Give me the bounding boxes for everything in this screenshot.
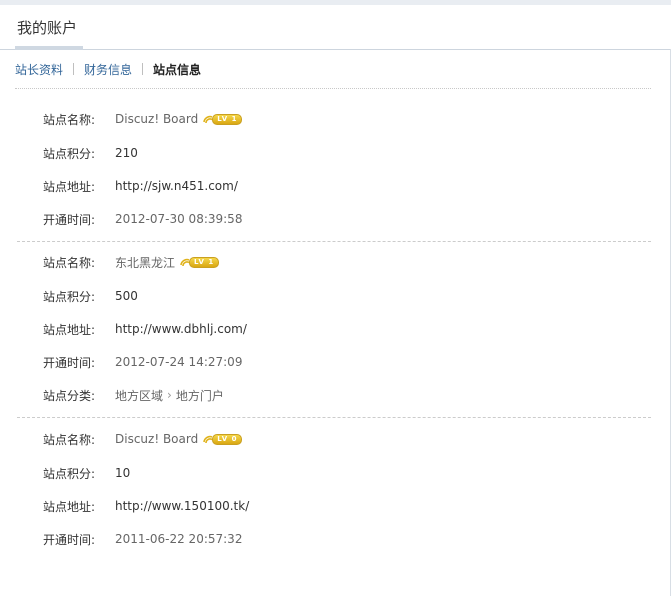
category-primary: 地方区域 [115, 388, 164, 403]
level-badge: LV 1 [180, 256, 220, 268]
site-name-text: 东北黑龙江 [115, 255, 176, 270]
site-name-value: Discuz! Board LV 1 [115, 112, 243, 126]
site-url-value: http://www.dbhlj.com/ [115, 322, 247, 336]
site-card: 站点名称: Discuz! Board LV 0 站点积分: 10 站点地址: … [17, 431, 651, 559]
site-opened-value: 2012-07-30 08:39:58 [115, 212, 243, 226]
site-opened-value: 2011-06-22 20:57:32 [115, 532, 243, 546]
page-header: 我的账户 [0, 5, 671, 50]
site-points-value: 500 [115, 289, 138, 303]
tab-finance-info[interactable]: 财务信息 [84, 61, 132, 78]
site-opened-value: 2012-07-24 14:27:09 [115, 355, 243, 369]
site-name-label: 站点名称: [43, 432, 96, 447]
tab-site-info[interactable]: 站点信息 [153, 61, 201, 78]
tab-separator [73, 63, 75, 75]
site-points-label: 站点积分: [43, 146, 96, 161]
page-title-underline [15, 46, 83, 50]
site-name-value: 东北黑龙江 LV 1 [115, 254, 220, 271]
site-category-label: 站点分类: [43, 388, 96, 403]
category-secondary: 地方门户 [175, 388, 224, 403]
site-points-value: 10 [115, 466, 131, 480]
site-divider [17, 417, 651, 418]
tab-separator [142, 63, 144, 75]
tab-webmaster-profile[interactable]: 站长资料 [15, 61, 63, 78]
site-url-value: http://sjw.n451.com/ [115, 179, 238, 193]
site-divider [17, 241, 651, 242]
site-opened-label: 开通时间: [43, 212, 96, 227]
site-url-label: 站点地址: [43, 499, 96, 514]
level-badge-text: LV 0 [212, 433, 243, 445]
level-badge: LV 1 [203, 113, 243, 125]
site-category-value: 地方区域 › 地方门户 [115, 387, 224, 404]
site-opened-label: 开通时间: [43, 532, 96, 547]
page-title: 我的账户 [17, 19, 78, 37]
level-badge-text: LV 1 [212, 113, 243, 125]
site-points-label: 站点积分: [43, 466, 96, 481]
site-name-label: 站点名称: [43, 255, 96, 270]
site-name-text: Discuz! Board [115, 432, 199, 446]
site-points-value: 210 [115, 146, 138, 160]
site-name-text: Discuz! Board [115, 112, 199, 126]
tab-bar: 站长资料 财务信息 站点信息 [15, 61, 201, 77]
site-opened-label: 开通时间: [43, 355, 96, 370]
tabs-divider [15, 88, 651, 89]
level-badge: LV 0 [203, 433, 243, 445]
site-card: 站点名称: Discuz! Board LV 1 站点积分: 210 站点地址:… [17, 111, 651, 239]
site-url-value: http://www.150100.tk/ [115, 499, 250, 513]
level-badge-text: LV 1 [189, 256, 220, 268]
site-url-label: 站点地址: [43, 322, 96, 337]
site-points-label: 站点积分: [43, 289, 96, 304]
chevron-right-icon: › [167, 388, 172, 402]
site-name-value: Discuz! Board LV 0 [115, 432, 243, 446]
site-name-label: 站点名称: [43, 112, 96, 127]
site-card: 站点名称: 东北黑龙江 LV 1 站点积分: 500 站点地址: http://… [17, 254, 651, 414]
site-url-label: 站点地址: [43, 179, 96, 194]
